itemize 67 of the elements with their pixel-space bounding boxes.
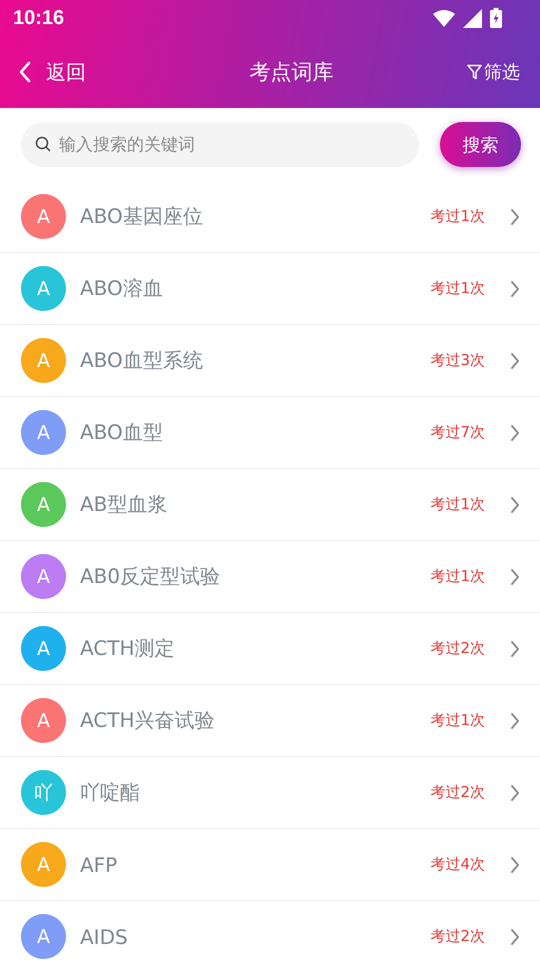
chevron-right-icon	[510, 928, 520, 946]
filter-button[interactable]: 筛选	[467, 60, 520, 84]
chevron-right-icon	[510, 712, 520, 730]
exam-count: 考过1次	[430, 567, 485, 586]
exam-count: 考过1次	[430, 207, 485, 226]
initial-avatar: A	[21, 194, 66, 239]
term-name: AB型血浆	[80, 491, 168, 518]
initial-avatar: A	[21, 914, 66, 959]
wifi-icon	[433, 10, 455, 26]
term-name: ACTH兴奋试验	[80, 707, 216, 734]
exam-count: 考过1次	[430, 279, 485, 298]
chevron-right-icon	[510, 640, 520, 658]
battery-icon	[490, 8, 502, 28]
exam-count: 考过7次	[430, 423, 485, 442]
term-name: ABO溶血	[80, 275, 164, 302]
term-name: AFP	[80, 852, 118, 876]
term-list-item[interactable]: A AB0反定型试验 考过1次	[0, 541, 540, 613]
term-name: ACTH测定	[80, 635, 176, 662]
initial-avatar: A	[21, 842, 66, 887]
exam-count: 考过2次	[430, 927, 485, 946]
chevron-right-icon	[510, 784, 520, 802]
status-time: 10:16	[13, 6, 64, 30]
page-title: 考点词库	[248, 59, 334, 86]
chevron-right-icon	[510, 424, 520, 442]
term-list-item[interactable]: A ABO血型系统 考过3次	[0, 325, 540, 397]
exam-count: 考过4次	[430, 855, 485, 874]
exam-count: 考过1次	[430, 711, 485, 730]
initial-avatar: A	[21, 626, 66, 671]
initial-avatar: A	[21, 554, 66, 599]
chevron-right-icon	[510, 496, 520, 514]
term-list-item[interactable]: A ABO溶血 考过1次	[0, 253, 540, 325]
chevron-right-icon	[510, 856, 520, 874]
back-button[interactable]: 返回	[18, 58, 86, 86]
term-name: ABO基因座位	[80, 203, 204, 230]
search-icon	[35, 136, 51, 152]
initial-avatar: A	[21, 338, 66, 383]
term-name: ABO血型	[80, 419, 164, 446]
exam-count: 考过1次	[430, 495, 485, 514]
term-list-item[interactable]: A ABO血型 考过7次	[0, 397, 540, 469]
term-name: AB0反定型试验	[80, 563, 222, 590]
chevron-right-icon	[510, 208, 520, 226]
term-list-item[interactable]: A AIDS 考过2次	[0, 901, 540, 960]
term-list-item[interactable]: 吖 吖啶酯 考过2次	[0, 757, 540, 829]
term-list-item[interactable]: A ACTH测定 考过2次	[0, 613, 540, 685]
chevron-right-icon	[510, 352, 520, 370]
term-list-item[interactable]: A AB型血浆 考过1次	[0, 469, 540, 541]
term-list-item[interactable]: A ABO基因座位 考过1次	[0, 181, 540, 253]
initial-avatar: A	[21, 482, 66, 527]
search-field[interactable]: 输入搜索的关键词	[21, 122, 419, 167]
chevron-right-icon	[510, 568, 520, 586]
term-list-item[interactable]: A ACTH兴奋试验 考过1次	[0, 685, 540, 757]
term-name: 吖啶酯	[80, 779, 141, 806]
initial-avatar: A	[21, 410, 66, 455]
chevron-right-icon	[510, 280, 520, 298]
funnel-icon	[467, 64, 482, 80]
initial-avatar: 吖	[21, 770, 66, 815]
signal-icon	[463, 8, 482, 28]
search-button[interactable]: 搜索	[440, 122, 521, 167]
exam-count: 考过3次	[430, 351, 485, 370]
exam-count: 考过2次	[430, 783, 485, 802]
term-name: ABO血型系统	[80, 347, 204, 374]
chevron-left-icon	[18, 61, 32, 83]
exam-count: 考过2次	[430, 639, 485, 658]
initial-avatar: A	[21, 266, 66, 311]
term-name: AIDS	[80, 924, 129, 948]
term-list-item[interactable]: A AFP 考过4次	[0, 829, 540, 901]
initial-avatar: A	[21, 698, 66, 743]
